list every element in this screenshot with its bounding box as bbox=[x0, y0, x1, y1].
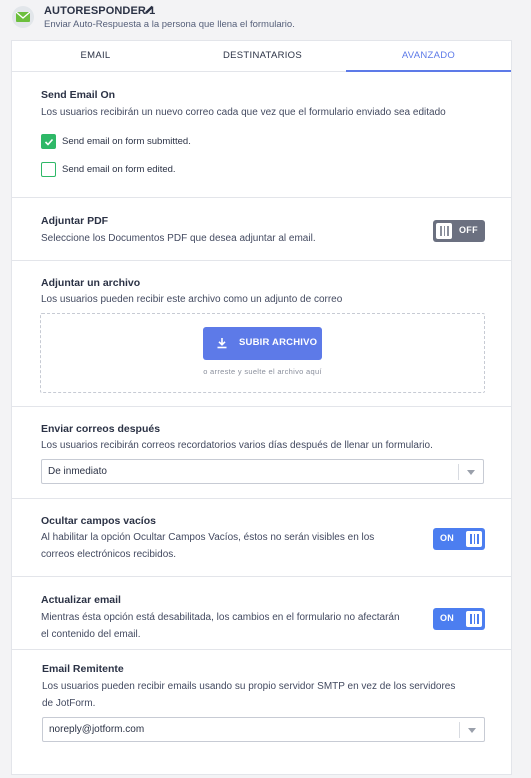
section-title: Adjuntar PDF bbox=[41, 215, 109, 227]
section-title: Enviar correos después bbox=[41, 423, 161, 435]
chevron-down-icon bbox=[467, 470, 475, 475]
toggle-label: ON bbox=[440, 613, 455, 623]
section-description-line1: Los usuarios pueden recibir emails usand… bbox=[42, 681, 456, 692]
autoresponder-header: AUTORESPONDER 1 Enviar Auto-Respuesta a … bbox=[0, 0, 531, 40]
section-description: Los usuarios recibirán correos recordato… bbox=[41, 440, 433, 451]
settings-panel: EMAIL DESTINATARIOS AVANZADO Send Email … bbox=[11, 40, 512, 775]
tab-advanced[interactable]: AVANZADO bbox=[346, 41, 511, 72]
checkbox-unchecked[interactable] bbox=[41, 162, 56, 177]
hide-empty-fields-toggle[interactable]: ON bbox=[433, 528, 485, 550]
tab-bar: EMAIL DESTINATARIOS AVANZADO bbox=[12, 41, 511, 72]
section-title: Adjuntar un archivo bbox=[41, 277, 141, 289]
upload-button-label: SUBIR ARCHIVO bbox=[239, 337, 318, 348]
checkbox-label: Send email on form submitted. bbox=[62, 136, 191, 147]
checkbox-checked[interactable] bbox=[41, 134, 56, 149]
send-after-select[interactable]: De inmediato bbox=[41, 459, 484, 484]
update-email-section: Actualizar email Mientras ésta opción es… bbox=[12, 577, 511, 650]
section-title: Ocultar campos vacíos bbox=[41, 515, 156, 527]
send-after-section: Enviar correos después Los usuarios reci… bbox=[12, 407, 511, 499]
select-divider bbox=[458, 464, 459, 480]
select-divider bbox=[459, 722, 460, 738]
section-description-line1: Mientras ésta opción está desabilitada, … bbox=[41, 612, 400, 623]
hide-empty-fields-section: Ocultar campos vacíos Al habilitar la op… bbox=[12, 499, 511, 577]
pencil-edit-icon[interactable] bbox=[143, 4, 155, 16]
select-value: noreply@jotform.com bbox=[49, 724, 145, 735]
email-app-icon bbox=[12, 6, 34, 28]
upload-file-button[interactable]: SUBIR ARCHIVO bbox=[203, 327, 322, 360]
file-dropzone[interactable]: SUBIR ARCHIVO o arreste y suelte el arch… bbox=[40, 313, 485, 393]
section-title: Email Remitente bbox=[42, 663, 124, 675]
attach-file-section: Adjuntar un archivo Los usuarios pueden … bbox=[12, 261, 511, 407]
section-description-line2: el contenido del email. bbox=[41, 629, 141, 640]
toggle-knob bbox=[436, 223, 452, 239]
send-email-on-section: Send Email On Los usuarios recibirán un … bbox=[12, 72, 511, 198]
section-description-line2: correos electrónicos recibidos. bbox=[41, 549, 177, 560]
download-arrow-icon bbox=[217, 338, 227, 349]
section-description-line1: Al habilitar la opción Ocultar Campos Va… bbox=[41, 532, 375, 543]
section-description: Seleccione los Documentos PDF que desea … bbox=[41, 233, 316, 244]
sender-email-select[interactable]: noreply@jotform.com bbox=[42, 717, 485, 742]
section-title: Actualizar email bbox=[41, 594, 121, 606]
section-title: Send Email On bbox=[41, 89, 116, 101]
section-description-line2: de JotForm. bbox=[42, 698, 96, 709]
attach-pdf-section: Adjuntar PDF Seleccione los Documentos P… bbox=[12, 198, 511, 261]
toggle-label: OFF bbox=[459, 225, 478, 235]
toggle-knob bbox=[466, 531, 482, 547]
checkmark-icon bbox=[44, 138, 54, 146]
section-description: Los usuarios recibirán un nuevo correo c… bbox=[41, 107, 446, 118]
sender-email-section: Email Remitente Los usuarios pueden reci… bbox=[12, 650, 511, 774]
toggle-knob bbox=[466, 611, 482, 627]
checkbox-label: Send email on form edited. bbox=[62, 164, 176, 175]
drop-hint: o arreste y suelte el archivo aquí bbox=[203, 367, 322, 376]
toggle-label: ON bbox=[440, 533, 455, 543]
tab-recipients[interactable]: DESTINATARIOS bbox=[179, 41, 346, 72]
autoresponder-title: AUTORESPONDER 1 bbox=[44, 5, 156, 17]
select-value: De inmediato bbox=[48, 466, 107, 477]
chevron-down-icon bbox=[468, 728, 476, 733]
section-description: Los usuarios pueden recibir este archivo… bbox=[41, 294, 343, 305]
autoresponder-subtitle: Enviar Auto-Respuesta a la persona que l… bbox=[44, 19, 295, 30]
update-email-toggle[interactable]: ON bbox=[433, 608, 485, 630]
attach-pdf-toggle[interactable]: OFF bbox=[433, 220, 485, 242]
tab-email[interactable]: EMAIL bbox=[12, 41, 179, 72]
